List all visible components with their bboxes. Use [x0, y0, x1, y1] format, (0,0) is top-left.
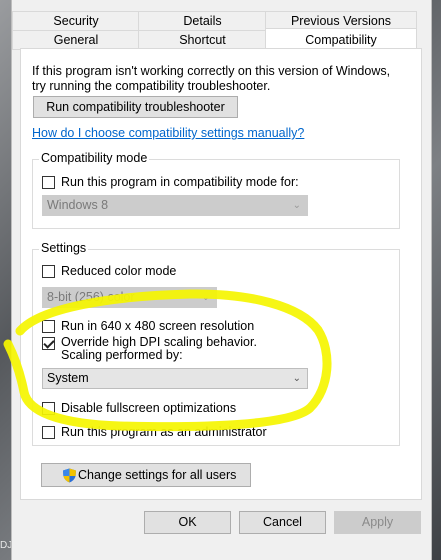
dpi-override-label: Override high DPI scaling behavior. Scal… [61, 336, 257, 362]
change-settings-all-users-button[interactable]: Change settings for all users [41, 463, 251, 487]
res-640-row: Run in 640 x 480 screen resolution [42, 318, 254, 334]
res-640-checkbox[interactable] [42, 319, 55, 333]
properties-dialog: Security Details Previous Versions Gener… [11, 0, 432, 560]
fullscreen-opt-label: Disable fullscreen optimizations [61, 401, 237, 415]
tab-row-bottom: General Shortcut Compatibility [12, 28, 417, 50]
chevron-down-icon: ⌄ [292, 373, 301, 384]
tab-compatibility[interactable]: Compatibility [265, 28, 417, 50]
reduced-color-row: Reduced color mode [42, 263, 176, 279]
dpi-override-checkbox[interactable] [42, 337, 55, 350]
run-troubleshooter-button[interactable]: Run compatibility troubleshooter [33, 96, 238, 118]
color-depth-select: 8-bit (256) color ⌄ [42, 287, 217, 308]
dpi-override-label-line2: Scaling performed by: [61, 348, 183, 362]
reduced-color-checkbox[interactable] [42, 264, 55, 278]
chevron-down-icon: ⌄ [201, 292, 210, 303]
scaling-select-value: System [47, 371, 89, 385]
change-settings-label: Change settings for all users [78, 468, 237, 482]
fullscreen-opt-row: Disable fullscreen optimizations [42, 400, 236, 416]
ok-button[interactable]: OK [144, 511, 231, 534]
compat-mode-checkbox[interactable] [42, 175, 55, 189]
tab-shortcut[interactable]: Shortcut [138, 30, 267, 50]
fullscreen-opt-checkbox[interactable] [42, 401, 55, 415]
compatibility-panel: If this program isn't working correctly … [20, 48, 422, 500]
res-640-label: Run in 640 x 480 screen resolution [61, 319, 255, 333]
tab-general[interactable]: General [12, 30, 140, 50]
tab-details[interactable]: Details [138, 11, 267, 31]
scaling-select[interactable]: System ⌄ [42, 368, 308, 389]
tab-security[interactable]: Security [12, 11, 140, 31]
cancel-button[interactable]: Cancel [239, 511, 326, 534]
intro-text: If this program isn't working correctly … [32, 64, 391, 93]
color-depth-value: 8-bit (256) color [47, 290, 135, 304]
run-as-admin-row: Run this program as an administrator [42, 424, 267, 440]
settings-title: Settings [39, 241, 89, 255]
run-as-admin-label: Run this program as an administrator [61, 425, 267, 439]
compat-mode-label: Run this program in compatibility mode f… [61, 175, 299, 189]
os-select-value: Windows 8 [47, 198, 109, 212]
help-link[interactable]: How do I choose compatibility settings m… [32, 126, 304, 140]
compat-mode-row: Run this program in compatibility mode f… [42, 174, 299, 190]
compatibility-mode-group: Compatibility mode Run this program in c… [32, 151, 400, 229]
os-select: Windows 8 ⌄ [42, 195, 308, 216]
dpi-override-row: Override high DPI scaling behavior. Scal… [42, 336, 257, 366]
chevron-down-icon: ⌄ [292, 200, 301, 211]
run-as-admin-checkbox[interactable] [42, 425, 55, 439]
apply-button[interactable]: Apply [334, 511, 421, 534]
uac-shield-icon [63, 468, 76, 483]
settings-group: Settings Reduced color mode 8-bit (256) … [32, 241, 400, 446]
reduced-color-label: Reduced color mode [61, 264, 177, 278]
compatibility-mode-title: Compatibility mode [39, 151, 150, 165]
